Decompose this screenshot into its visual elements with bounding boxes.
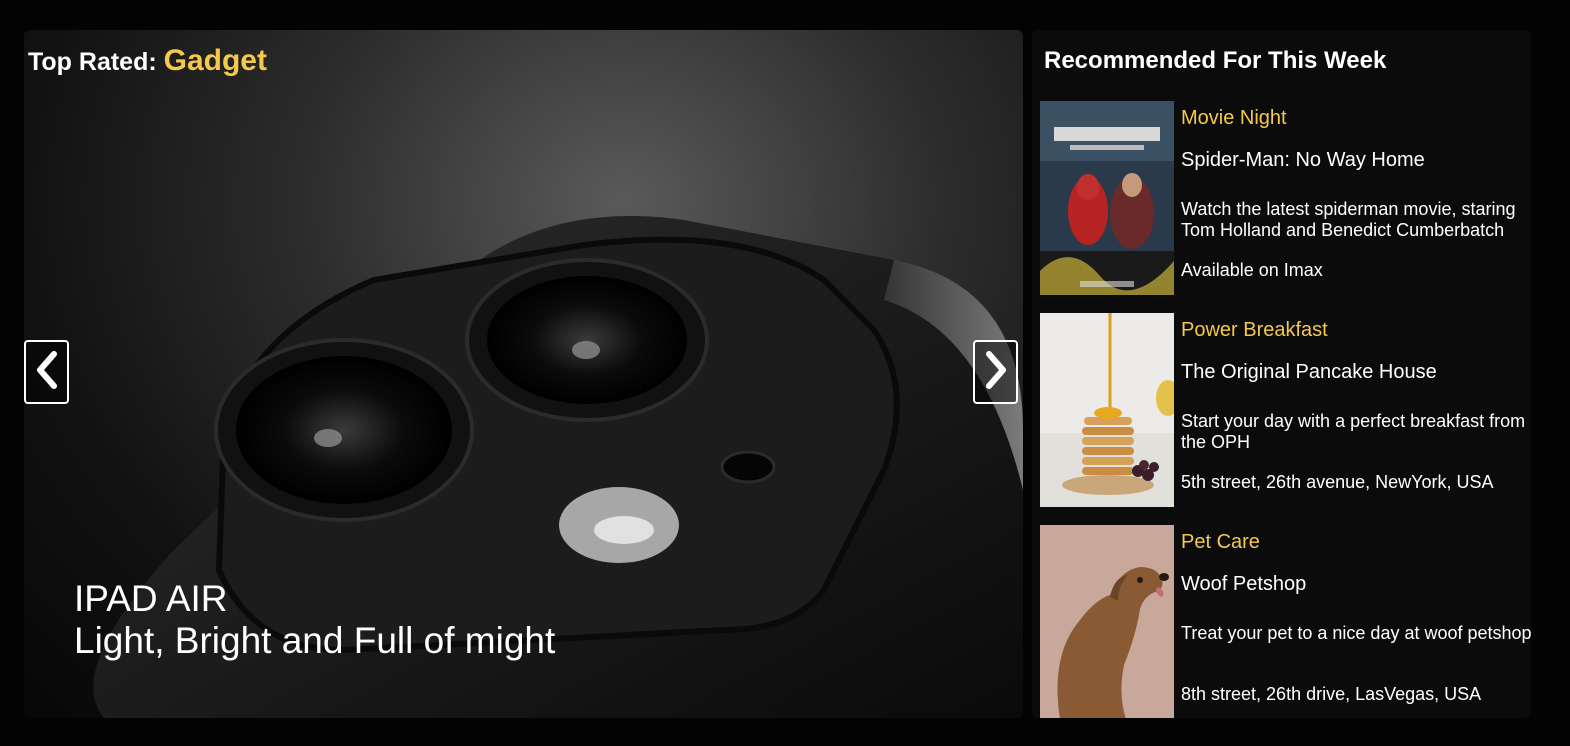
- recommendation-card-movie[interactable]: Movie Night Spider-Man: No Way Home Watc…: [1040, 101, 1531, 295]
- carousel-prev-button[interactable]: [24, 340, 69, 404]
- card-category: Movie Night: [1181, 107, 1287, 129]
- card-category: Power Breakfast: [1181, 319, 1328, 341]
- recommended-title: Recommended For This Week: [1044, 47, 1387, 74]
- carousel-next-button[interactable]: [973, 340, 1018, 404]
- card-name: Woof Petshop: [1181, 573, 1307, 595]
- hero-heading-prefix: Top Rated:: [28, 48, 157, 76]
- hero-caption-subtitle: Light, Bright and Full of might: [74, 620, 556, 661]
- chevron-right-icon: [983, 350, 1009, 395]
- hero-carousel: Top Rated: Gadget IPAD AIR Light, Bright…: [24, 30, 1023, 718]
- hero-caption: IPAD AIR Light, Bright and Full of might: [74, 578, 555, 662]
- hero-heading: Top Rated: Gadget: [28, 44, 267, 79]
- card-description: Treat your pet to a nice day at woof pet…: [1181, 623, 1531, 643]
- card-name: Spider-Man: No Way Home: [1181, 149, 1425, 171]
- card-location: 8th street, 26th drive, LasVegas, USA: [1181, 684, 1482, 704]
- card-location: 5th street, 26th avenue, NewYork, USA: [1181, 472, 1494, 492]
- card-location: Available on Imax: [1181, 260, 1323, 280]
- hero-heading-category: Gadget: [163, 44, 267, 77]
- recommendation-card-petshop[interactable]: Pet Care Woof Petshop Treat your pet to …: [1040, 525, 1531, 718]
- card-description: Start your day with a perfect breakfast …: [1181, 411, 1526, 452]
- dog-image: [1040, 525, 1174, 718]
- recommended-panel: Recommended For This Week Movie Night Sp…: [1032, 30, 1531, 718]
- card-description: Watch the latest spiderman movie, starin…: [1181, 199, 1516, 240]
- card-category: Pet Care: [1181, 531, 1260, 553]
- movie-poster-image: [1040, 101, 1174, 295]
- card-name: The Original Pancake House: [1181, 361, 1437, 383]
- recommendation-card-breakfast[interactable]: Power Breakfast The Original Pancake Hou…: [1040, 313, 1531, 507]
- page: Top Rated: Gadget IPAD AIR Light, Bright…: [0, 0, 1570, 746]
- hero-caption-title: IPAD AIR: [74, 578, 228, 619]
- pancakes-image: [1040, 313, 1174, 507]
- chevron-left-icon: [34, 350, 60, 395]
